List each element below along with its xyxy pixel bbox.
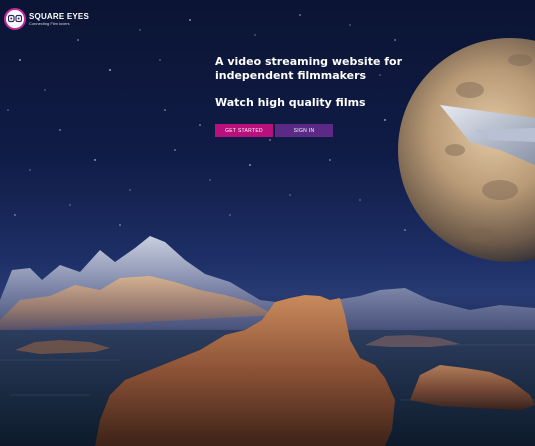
logo[interactable]: SQUARE EYES Connecting Film lovers	[4, 8, 89, 30]
sign-in-button[interactable]: SIGN IN	[275, 124, 333, 137]
hero-headline: A video streaming website for independen…	[215, 55, 403, 82]
hero-section: A video streaming website for independen…	[215, 55, 435, 137]
brand-name: SQUARE EYES	[29, 12, 89, 21]
hero-actions: GET STARTED SIGN IN	[215, 124, 435, 137]
eyes-icon	[4, 8, 26, 30]
get-started-button[interactable]: GET STARTED	[215, 124, 273, 137]
hero-subheadline: Watch high quality films	[215, 96, 366, 109]
landing-page: SQUARE EYES Connecting Film lovers A vid…	[0, 0, 535, 446]
brand-tagline: Connecting Film lovers	[29, 21, 70, 26]
